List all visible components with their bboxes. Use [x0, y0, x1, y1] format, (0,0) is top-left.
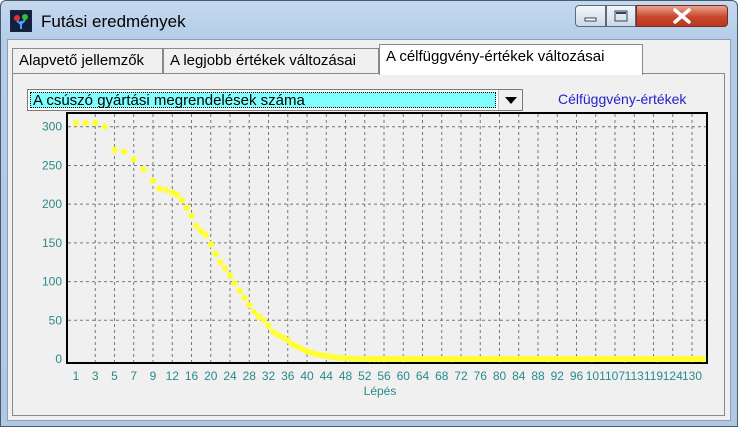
x-tick-label: 36: [281, 369, 295, 383]
window-title: Futási eredmények: [41, 12, 186, 31]
data-point: [101, 123, 109, 130]
x-tick-label: 32: [262, 369, 276, 383]
plot-area: [66, 112, 708, 364]
data-point: [202, 231, 210, 239]
x-tick-label: 5: [111, 369, 118, 383]
tab-page: A csúszó gyártási megrendelések száma Cé…: [12, 73, 725, 416]
x-tick-label: 60: [397, 369, 411, 383]
data-point: [236, 287, 243, 295]
y-tick-label: 100: [42, 275, 62, 289]
data-point: [111, 146, 118, 154]
data-point: [173, 191, 181, 199]
data-point: [250, 308, 258, 315]
x-tick-label: 80: [493, 369, 507, 383]
y-tick-label: 250: [42, 158, 62, 172]
chart: 1 3 5 7 9 12 16 20 24 28 32 36 40 44 48 52 56 60 64 68 72 76 8…: [42, 112, 708, 398]
data-point: [207, 241, 214, 248]
x-tick-label: 124: [663, 369, 683, 383]
x-tick-label: 56: [377, 369, 391, 383]
data-point: [212, 250, 219, 257]
x-tick-label: 16: [185, 369, 199, 383]
x-tick-label: 72: [454, 369, 468, 383]
y-tick-label: 300: [42, 120, 62, 134]
data-point: [260, 317, 267, 324]
close-button[interactable]: [636, 5, 728, 27]
data-point: [72, 119, 80, 127]
x-tick-label: 12: [166, 369, 180, 383]
app-icon: [10, 10, 32, 32]
y-tick-label: 150: [42, 236, 62, 250]
x-tick-label: 113: [625, 369, 644, 383]
close-icon: [673, 8, 691, 24]
x-tick-label: 96: [570, 369, 584, 383]
x-tick-label: 48: [339, 369, 353, 383]
data-point: [178, 197, 186, 204]
data-point: [140, 166, 147, 173]
maximize-icon: [614, 10, 628, 22]
x-tick-label: 52: [358, 369, 372, 383]
data-point: [193, 222, 200, 230]
x-axis-label: Lépés: [364, 384, 397, 398]
data-point: [82, 119, 89, 127]
data-point: [92, 119, 99, 127]
client-area: Alapvető jellemzők A legjobb értékek vál…: [7, 39, 731, 421]
x-tick-label: 20: [204, 369, 218, 383]
data-point: [241, 294, 248, 302]
x-tick-label: 7: [130, 369, 137, 383]
data-point: [246, 301, 253, 309]
data-point: [265, 322, 272, 329]
data-point: [217, 259, 224, 266]
y-tick-label: 200: [42, 197, 62, 211]
x-tick-label: 84: [512, 369, 526, 383]
data-point: [226, 272, 234, 279]
minimize-button[interactable]: [575, 5, 606, 27]
x-tick-label: 9: [150, 369, 157, 383]
data-point: [183, 204, 190, 212]
x-tick-label: 107: [605, 369, 625, 383]
data-point: [221, 265, 229, 272]
x-tick-label: 76: [474, 369, 488, 383]
x-tick-label: 40: [300, 369, 314, 383]
tab-best-values[interactable]: A legjobb értékek változásai: [163, 48, 379, 74]
x-tick-label: 119: [644, 369, 663, 383]
maximize-button[interactable]: [606, 5, 636, 27]
x-tick-label: 92: [551, 369, 565, 383]
x-tick-label: 28: [243, 369, 257, 383]
data-point: [188, 212, 195, 219]
x-tick-label: 3: [92, 369, 99, 383]
results-window: Futási eredmények Alapvető jellemzők A l…: [0, 0, 738, 427]
title-bar[interactable]: Futási eredmények: [1, 1, 737, 39]
x-tick-label: 44: [320, 369, 334, 383]
x-tick-label: 1: [73, 369, 80, 383]
minimize-icon: [584, 17, 597, 22]
data-point: [162, 187, 170, 194]
x-tick-label: 130: [682, 369, 702, 383]
data-point: [120, 148, 128, 155]
data-point: [156, 185, 163, 192]
y-tick-label: 50: [49, 313, 63, 327]
tab-basic-properties[interactable]: Alapvető jellemzők: [12, 48, 163, 74]
data-point: [130, 156, 137, 163]
app-icon-graphic: [14, 14, 28, 29]
data-point: [149, 177, 157, 185]
x-tick-label: 101: [586, 369, 606, 383]
data-point: [231, 279, 239, 287]
x-tick-label: 68: [435, 369, 449, 383]
x-tick-label: 24: [223, 369, 237, 383]
x-tick-label: 64: [416, 369, 430, 383]
tab-objective-values[interactable]: A célfüggvény-értékek változásai: [379, 44, 643, 75]
y-tick-label: 0: [55, 352, 62, 366]
x-tick-label: 88: [531, 369, 545, 383]
